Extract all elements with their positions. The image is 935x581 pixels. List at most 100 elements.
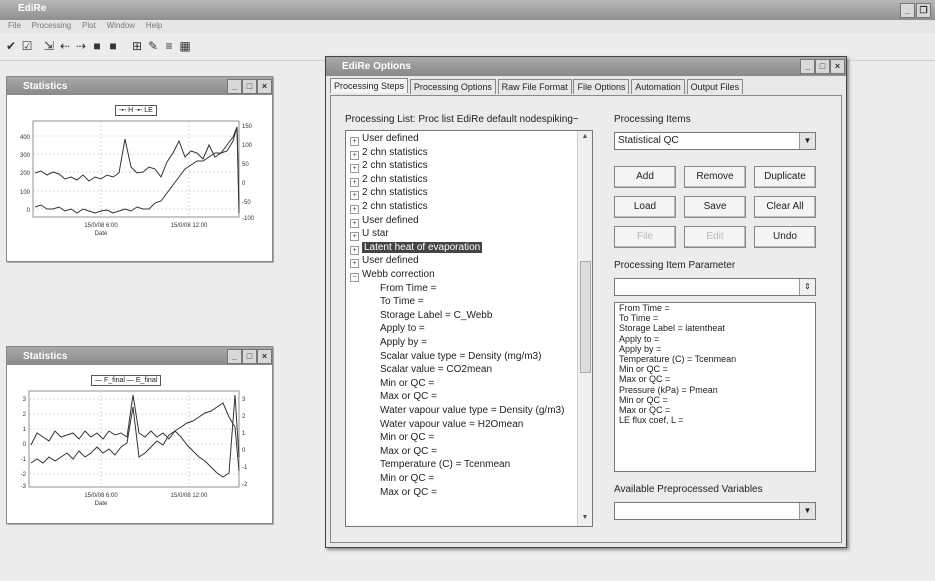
param-textarea[interactable]: From Time = To Time = Storage Label = late… xyxy=(614,302,816,472)
menu-help[interactable]: Help xyxy=(146,21,162,30)
load-button[interactable]: Load xyxy=(614,196,676,218)
y-tick: 50 xyxy=(242,162,249,168)
scroll-thumb[interactable] xyxy=(580,261,591,373)
edit-check-icon[interactable]: ☑ xyxy=(20,39,34,53)
list-item-param[interactable]: Scalar value type = Density (mg/m3) xyxy=(346,351,576,364)
list-item-label: Min or QC = xyxy=(380,473,435,484)
clear-all-button[interactable]: Clear All xyxy=(754,196,816,218)
list-icon[interactable]: ≡ xyxy=(162,39,176,53)
list-item[interactable]: + U star xyxy=(346,228,576,242)
scroll-up-icon[interactable]: ▲ xyxy=(580,133,590,143)
processing-items-dropdown[interactable]: Statistical QC ▼ xyxy=(614,132,816,150)
expand-icon[interactable]: + xyxy=(350,259,359,269)
expand-icon[interactable]: + xyxy=(350,177,359,187)
list-item-param[interactable]: Min or QC = xyxy=(346,378,576,391)
table-icon[interactable]: ▦ xyxy=(178,39,192,53)
list-item-label: Webb correction xyxy=(362,269,435,280)
list-item-param[interactable]: Scalar value = CO2mean xyxy=(346,364,576,377)
edit-button[interactable]: Edit xyxy=(684,226,746,248)
remove-button[interactable]: Remove xyxy=(684,166,746,188)
chevron-down-icon[interactable]: ▼ xyxy=(799,503,815,519)
list-item-param[interactable]: Max or QC = xyxy=(346,487,576,500)
list-item-param[interactable]: Min or QC = xyxy=(346,473,576,486)
list-item[interactable]: +2 chn statistics xyxy=(346,160,576,174)
tab-output-files[interactable]: Output Files xyxy=(686,79,744,94)
tab-file-options[interactable]: File Options xyxy=(573,79,630,94)
restore-icon[interactable]: ❐ xyxy=(916,3,931,18)
expand-icon[interactable]: + xyxy=(350,191,359,201)
expand-icon[interactable]: + xyxy=(350,218,359,228)
expand-icon[interactable]: + xyxy=(350,205,359,214)
list-item-param[interactable]: Max or QC = xyxy=(346,446,576,459)
y-tick: 1 xyxy=(23,427,27,433)
arrow-in-icon[interactable]: ⇲ xyxy=(42,39,56,53)
list-item-param[interactable]: Water vapour value type = Density (g/m3) xyxy=(346,405,576,418)
scroll-down-icon[interactable]: ▼ xyxy=(580,514,590,524)
tab-processing-steps[interactable]: Processing Steps xyxy=(330,78,409,93)
maximize-icon[interactable]: □ xyxy=(242,349,257,364)
check-icon[interactable]: ✔ xyxy=(4,39,18,53)
param-line: Apply to = xyxy=(619,333,660,344)
param-lines: From Time = To Time = Storage Label = late… xyxy=(615,303,815,425)
minimize-icon[interactable]: _ xyxy=(227,79,242,94)
list-item[interactable]: + User defined xyxy=(346,255,576,269)
list-item-param[interactable]: From Time = xyxy=(346,283,576,296)
close-icon[interactable]: × xyxy=(830,59,845,74)
list-item-param[interactable]: Storage Label = C_Webb xyxy=(346,310,576,323)
list-item-param[interactable]: To Time = xyxy=(346,296,576,309)
stop-all-icon[interactable]: ■ xyxy=(106,39,120,53)
list-item[interactable]: − Webb correction xyxy=(346,269,576,282)
close-icon[interactable]: × xyxy=(257,349,272,364)
list-item[interactable]: + User defined xyxy=(346,215,576,228)
expand-icon[interactable]: + xyxy=(350,164,359,174)
processing-list[interactable]: + User defined +2 chn statistics +2 chn sta… xyxy=(345,130,593,527)
list-item-param[interactable]: Water vapour value = H2Omean xyxy=(346,419,576,432)
arrow-left-icon[interactable]: ⇠ xyxy=(58,39,72,53)
save-button[interactable]: Save xyxy=(684,196,746,218)
minimize-icon[interactable]: _ xyxy=(800,59,815,74)
list-item[interactable]: +2 chn statistics xyxy=(346,201,576,214)
tab-processing-options[interactable]: Processing Options xyxy=(409,79,496,94)
param-line: Temperature (C) = Tcenmean xyxy=(619,354,737,365)
list-item[interactable]: + Latent heat of evaporation xyxy=(346,241,576,255)
tab-automation[interactable]: Automation xyxy=(631,79,685,94)
list-item-param[interactable]: Temperature (C) = Tcenmean xyxy=(346,459,576,472)
list-item-param[interactable]: Max or QC = xyxy=(346,391,576,404)
chevron-down-icon[interactable]: ▼ xyxy=(799,133,815,149)
spin-icon[interactable]: ⇕ xyxy=(799,279,815,295)
expand-icon[interactable]: + xyxy=(350,137,359,146)
minimize-icon[interactable]: _ xyxy=(900,3,915,18)
maximize-icon[interactable]: □ xyxy=(242,79,257,94)
maximize-icon[interactable]: □ xyxy=(815,59,830,74)
list-item[interactable]: +2 chn statistics xyxy=(346,174,576,187)
undo-button[interactable]: Undo xyxy=(754,226,816,248)
arrow-right-icon[interactable]: ⇢ xyxy=(74,39,88,53)
menu-window[interactable]: Window xyxy=(107,21,135,30)
stop-icon[interactable]: ■ xyxy=(90,39,104,53)
graph-icon[interactable]: ✎ xyxy=(146,39,160,53)
add-button[interactable]: Add xyxy=(614,166,676,188)
list-item[interactable]: +2 chn statistics xyxy=(346,147,576,160)
menu-file[interactable]: File xyxy=(8,21,21,30)
minimize-icon[interactable]: _ xyxy=(227,349,242,364)
expand-icon[interactable]: + xyxy=(350,245,359,255)
menu-processing[interactable]: Processing xyxy=(32,21,72,30)
tab-raw-file-format[interactable]: Raw File Format xyxy=(497,79,572,94)
expand-icon[interactable]: + xyxy=(350,150,359,160)
list-item-param[interactable]: Apply to = xyxy=(346,323,576,336)
close-icon[interactable]: × xyxy=(257,79,272,94)
list-item[interactable]: +2 chn statistics xyxy=(346,187,576,201)
duplicate-button[interactable]: Duplicate xyxy=(754,166,816,188)
menu-plot[interactable]: Plot xyxy=(82,21,96,30)
file-button[interactable]: File xyxy=(614,226,676,248)
param-field[interactable]: ⇕ xyxy=(614,278,816,296)
preprocessed-dropdown[interactable]: ▼ xyxy=(614,502,816,520)
list-scrollbar[interactable]: ▲ ▼ xyxy=(577,131,592,526)
list-item-param[interactable]: Apply by = xyxy=(346,337,576,350)
grid-icon[interactable]: ⊞ xyxy=(130,39,144,53)
lower-chart-plot: 3 2 1 0 -1 -2 -3 3 2 1 0 -1 -2 15/0/08 6… xyxy=(21,390,248,507)
expand-icon[interactable]: + xyxy=(350,232,359,242)
list-item[interactable]: + User defined xyxy=(346,133,576,146)
collapse-icon[interactable]: − xyxy=(350,273,359,282)
list-item-param[interactable]: Min or QC = xyxy=(346,432,576,445)
